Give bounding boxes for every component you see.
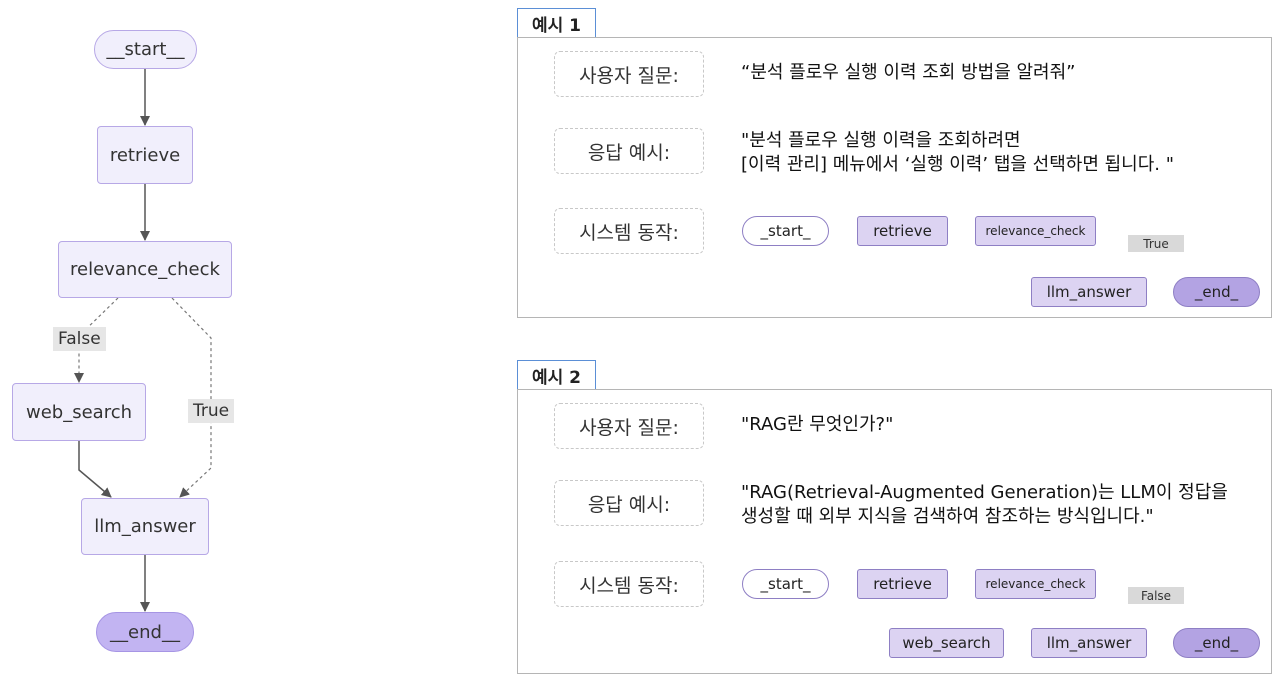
example-1-action-label: 시스템 동작: bbox=[554, 208, 704, 254]
example-1-question: “분석 플로우 실행 이력 조회 방법을 알려줘” bbox=[741, 62, 1076, 83]
edge-relevance-llm bbox=[171, 297, 212, 498]
node-end: __end__ bbox=[96, 612, 194, 652]
example-2-flow-relevance-check: relevance_check bbox=[975, 569, 1096, 599]
example-1-answer-line-2: [이력 관리] 메뉴에서 ‘실행 이력’ 탭을 선택하면 됩니다. " bbox=[741, 154, 1175, 175]
example-1-flow-branch-label: True bbox=[1128, 235, 1184, 252]
example-2-answer-line-1: "RAG(Retrieval-Augmented Generation)는 LL… bbox=[741, 482, 1228, 503]
node-web-search: web_search bbox=[12, 383, 146, 441]
example-2-answer-label: 응답 예시: bbox=[554, 480, 704, 526]
example-2-flow-branch-label: False bbox=[1128, 587, 1184, 604]
edge-label-false: False bbox=[53, 327, 106, 351]
node-start: __start__ bbox=[94, 30, 197, 69]
example-2-flow-start: _start_ bbox=[742, 569, 829, 599]
example-1-flow-start: _start_ bbox=[742, 216, 829, 246]
example-1-question-label: 사용자 질문: bbox=[554, 51, 704, 97]
example-1-answer-label: 응답 예시: bbox=[554, 128, 704, 174]
example-1-flow-retrieve: retrieve bbox=[857, 216, 948, 246]
edge-label-true: True bbox=[188, 399, 235, 423]
edge-websearch-llm bbox=[78, 441, 112, 498]
example-2-answer-line-2: 생성할 때 외부 지식을 검색하여 참조하는 방식입니다." bbox=[741, 506, 1154, 527]
node-relevance-check: relevance_check bbox=[58, 241, 232, 298]
example-1-flow-end: _end_ bbox=[1173, 277, 1260, 307]
node-retrieve: retrieve bbox=[97, 126, 193, 184]
node-llm-answer: llm_answer bbox=[81, 498, 209, 555]
example-2-flow-end: _end_ bbox=[1173, 628, 1260, 658]
example-2-flow-retrieve: retrieve bbox=[857, 569, 948, 599]
example-2-question: "RAG란 무엇인가?" bbox=[741, 414, 894, 435]
example-1-flow-llm-answer: llm_answer bbox=[1031, 277, 1147, 307]
example-2-question-label: 사용자 질문: bbox=[554, 403, 704, 449]
example-2-action-label: 시스템 동작: bbox=[554, 561, 704, 607]
example-2-flow-web-search: web_search bbox=[889, 628, 1004, 658]
example-2-tab: 예시 2 bbox=[517, 360, 596, 390]
example-1-flow-relevance-check: relevance_check bbox=[975, 216, 1096, 246]
example-2-flow-llm-answer: llm_answer bbox=[1031, 628, 1147, 658]
example-1-tab: 예시 1 bbox=[517, 8, 596, 38]
example-1-answer-line-1: "분석 플로우 실행 이력을 조회하려면 bbox=[741, 130, 1021, 151]
